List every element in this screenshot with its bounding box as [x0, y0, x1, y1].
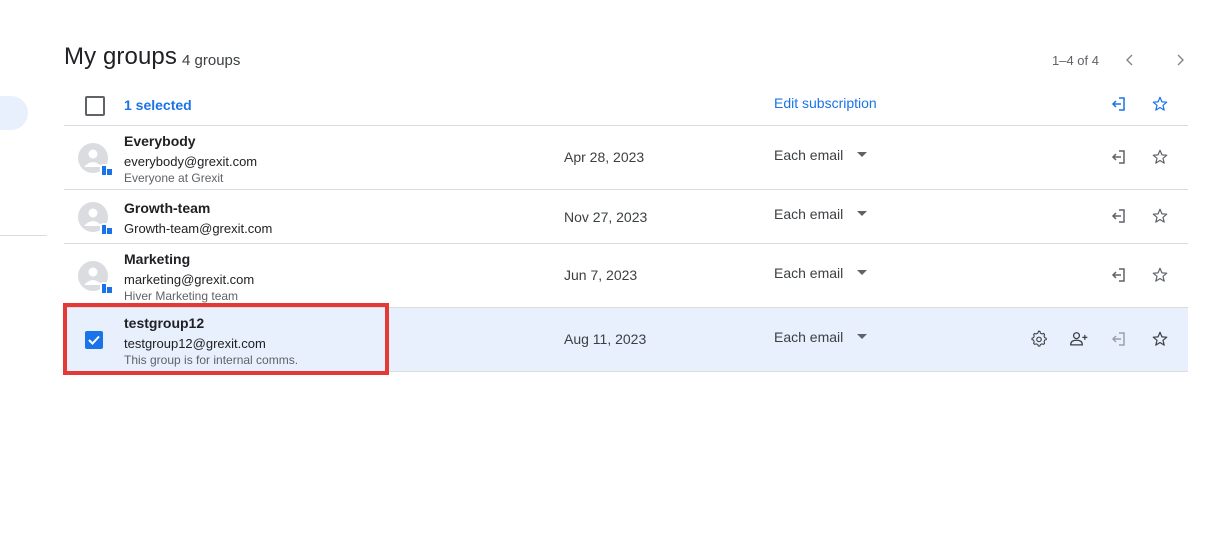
group-description: Everyone at Grexit [124, 171, 224, 185]
subscription-select[interactable]: Each email [774, 265, 868, 281]
next-page-button[interactable] [1168, 48, 1192, 72]
group-description: Hiver Marketing team [124, 289, 239, 303]
dropdown-arrow-icon [857, 334, 868, 339]
subscription-value: Each email [774, 329, 844, 345]
previous-page-button[interactable] [1118, 48, 1142, 72]
group-join-date: Nov 27, 2023 [564, 209, 648, 225]
pagination-range: 1–4 of 4 [1052, 53, 1099, 68]
settings-gear-icon [1031, 330, 1047, 347]
leave-group-button[interactable] [1107, 204, 1131, 228]
star-icon [1152, 149, 1168, 164]
group-row[interactable]: Growth-team Growth-team@grexit.com Nov 2… [64, 190, 1188, 244]
highlight-annotation [63, 303, 389, 375]
bulk-leave-group-button[interactable] [1107, 92, 1131, 116]
group-join-date: Jun 7, 2023 [564, 267, 638, 283]
leave-group-icon [1111, 332, 1125, 346]
group-row[interactable]: Everybody everybody@grexit.com Everyone … [64, 126, 1188, 190]
add-member-icon [1070, 332, 1088, 346]
dropdown-arrow-icon [857, 211, 868, 216]
leave-group-button[interactable] [1107, 263, 1131, 287]
dropdown-arrow-icon [857, 270, 868, 275]
subscription-value: Each email [774, 206, 844, 222]
leave-group-button[interactable] [1107, 145, 1131, 169]
group-avatar-icon [78, 261, 114, 295]
group-join-date: Aug 11, 2023 [564, 331, 647, 347]
dropdown-arrow-icon [857, 152, 868, 157]
group-join-date: Apr 28, 2023 [564, 149, 645, 165]
leave-group-icon [1111, 150, 1125, 164]
leave-group-icon [1111, 97, 1125, 111]
star-icon [1152, 96, 1168, 111]
select-all-checkbox[interactable] [85, 96, 105, 116]
group-count: 4 groups [182, 52, 241, 69]
leave-group-icon [1111, 209, 1125, 223]
star-icon [1152, 331, 1168, 346]
star-button[interactable] [1148, 327, 1172, 351]
sidebar-divider [0, 235, 47, 236]
star-button[interactable] [1148, 145, 1172, 169]
group-email: everybody@grexit.com [124, 154, 258, 169]
subscription-select[interactable]: Each email [774, 329, 868, 345]
star-icon [1152, 267, 1168, 282]
star-button[interactable] [1148, 263, 1172, 287]
leave-group-icon [1111, 268, 1125, 282]
subscription-value: Each email [774, 147, 844, 163]
group-settings-button[interactable] [1027, 327, 1051, 351]
group-email: Growth-team@grexit.com [124, 221, 273, 236]
bulk-star-button[interactable] [1148, 92, 1172, 116]
group-row[interactable]: Marketing marketing@grexit.com Hiver Mar… [64, 244, 1188, 308]
subscription-select[interactable]: Each email [774, 147, 868, 163]
subscription-select[interactable]: Each email [774, 206, 868, 222]
chevron-right-icon [1177, 54, 1184, 66]
page-title: My groups [64, 43, 177, 70]
selected-count: 1 selected [124, 97, 192, 113]
group-name[interactable]: Everybody [124, 133, 196, 149]
chevron-left-icon [1126, 54, 1133, 66]
group-email: marketing@grexit.com [124, 272, 255, 287]
leave-group-button[interactable] [1107, 327, 1131, 351]
star-button[interactable] [1148, 204, 1172, 228]
group-name[interactable]: Growth-team [124, 200, 210, 216]
sidebar-active-item[interactable] [0, 96, 28, 130]
group-avatar-icon [78, 143, 114, 177]
edit-subscription-button[interactable]: Edit subscription [774, 95, 877, 111]
subscription-value: Each email [774, 265, 844, 281]
group-avatar-icon [78, 202, 114, 236]
add-member-button[interactable] [1067, 327, 1091, 351]
star-icon [1152, 208, 1168, 223]
group-name[interactable]: Marketing [124, 251, 190, 267]
